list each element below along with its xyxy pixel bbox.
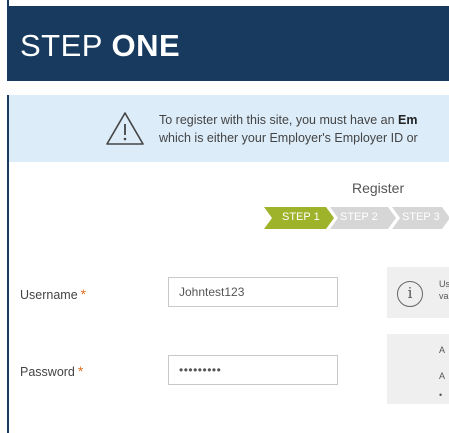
password-help-line-1: A (439, 345, 446, 355)
banner-line-1: To register with this site, you must hav… (159, 111, 449, 129)
page-title: STEP ONE (20, 28, 180, 64)
info-banner: To register with this site, you must hav… (9, 95, 449, 162)
step-1-label: STEP 1 (282, 211, 320, 223)
banner-line-2: which is either your Employer's Employer… (159, 131, 418, 145)
page-title-bold: ONE (111, 28, 181, 63)
register-title: Register (352, 180, 405, 196)
password-help-bullet: • (439, 390, 443, 400)
page-title-light: STEP (20, 28, 112, 63)
username-label-text: Username (20, 288, 78, 302)
username-required-mark: * (80, 286, 87, 302)
username-help-box: i Us va (387, 267, 449, 318)
password-help-line-2: A (439, 371, 446, 381)
warning-icon (106, 112, 144, 145)
password-label: Password * (20, 363, 83, 379)
header-gap (7, 81, 449, 95)
password-input[interactable]: ••••••••• (168, 355, 338, 385)
step-2-label: STEP 2 (340, 211, 378, 223)
banner-line-1-text: To register with this site, you must hav… (159, 113, 398, 127)
step-progress: STEP 1 STEP 2 STEP 3 (264, 207, 449, 229)
step-3-label: STEP 3 (402, 211, 440, 223)
password-label-text: Password (20, 365, 75, 379)
password-required-mark: * (77, 363, 84, 379)
username-help-line-2: va (439, 291, 449, 301)
banner-text: To register with this site, you must hav… (159, 111, 449, 147)
step-header: STEP ONE (7, 6, 449, 81)
username-label: Username * (20, 286, 86, 302)
password-help-box: A A • (387, 334, 449, 404)
info-icon: i (397, 281, 423, 307)
username-input[interactable]: Johntest123 (168, 277, 338, 307)
banner-line-1-bold: Em (398, 113, 418, 127)
